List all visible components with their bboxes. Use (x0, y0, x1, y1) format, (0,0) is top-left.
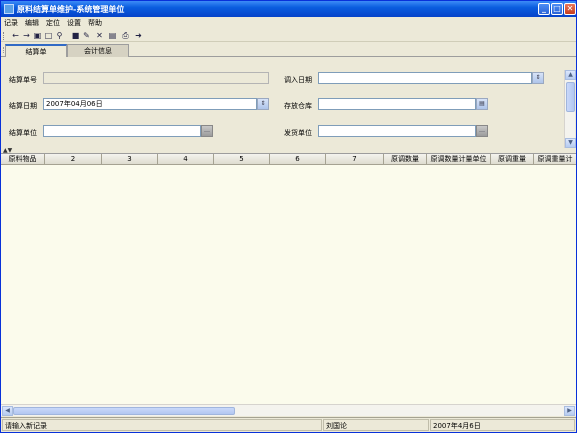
warehouse-label: 存放仓库 (284, 102, 312, 110)
chart-icon[interactable]: ▤ (108, 31, 117, 40)
scroll-left-icon[interactable]: ◀ (2, 406, 13, 416)
menu-edit[interactable]: 编辑 (25, 18, 39, 28)
forward-arrow-icon[interactable]: → (22, 31, 31, 40)
grid-col-6[interactable]: 6 (270, 154, 326, 165)
menu-locate[interactable]: 定位 (46, 18, 60, 28)
warehouse-field[interactable] (318, 98, 476, 110)
tab-settlement[interactable]: 结算单 (5, 44, 67, 57)
grid-horizontal-scrollbar[interactable]: ◀ ▶ (1, 404, 576, 416)
settlement-date-spinner-icon[interactable]: ⇕ (257, 98, 269, 110)
edit-icon[interactable]: ✎ (82, 31, 91, 40)
back-arrow-icon[interactable]: ← (11, 31, 20, 40)
scroll-right-icon[interactable]: ▶ (564, 406, 575, 416)
window-title: 原料结算单维护-系统管理单位 (17, 5, 125, 14)
transfer-date-label: 调入日期 (284, 76, 312, 84)
exit-icon[interactable]: ➜ (134, 31, 143, 40)
grid-col-4[interactable]: 4 (158, 154, 214, 165)
status-bar: 请输入新记录 刘国论 2007年4月6日 (1, 417, 576, 432)
scroll-up-icon[interactable]: ▲ (565, 70, 576, 80)
scroll-thumb[interactable] (566, 82, 575, 112)
shipping-unit-field[interactable] (318, 125, 476, 137)
new-document-icon[interactable]: □ (44, 31, 53, 40)
app-window: 原料结算单维护-系统管理单位 _ □ ✕ 记录 编辑 定位 设置 帮助 ← → … (0, 0, 577, 433)
settlement-date-label: 结算日期 (9, 102, 37, 110)
menu-settings[interactable]: 设置 (67, 18, 81, 28)
menu-help[interactable]: 帮助 (88, 18, 102, 28)
grid-col-7[interactable]: 7 (326, 154, 384, 165)
search-icon[interactable]: ⚲ (55, 31, 64, 40)
title-bar: 原料结算单维护-系统管理单位 _ □ ✕ (1, 1, 576, 17)
toolbar: ← → ▣ □ ⚲ ■ ✎ ✕ ▤ ⎙ ➜ (1, 30, 576, 42)
warehouse-lookup-icon[interactable]: ▤ (476, 98, 488, 110)
grid-col-3[interactable]: 3 (102, 154, 158, 165)
settlement-unit-lookup-icon[interactable]: … (201, 125, 213, 137)
maximize-button[interactable]: □ (551, 3, 563, 15)
toolbar-grip[interactable] (3, 32, 5, 40)
status-user: 刘国论 (323, 419, 429, 431)
close-button[interactable]: ✕ (564, 3, 576, 15)
settlement-unit-field[interactable] (43, 125, 201, 137)
settlement-no-label: 结算单号 (9, 76, 37, 84)
transfer-date-field[interactable] (318, 72, 532, 84)
status-message: 请输入新记录 (2, 419, 322, 431)
minimize-button[interactable]: _ (538, 3, 550, 15)
transfer-date-spinner-icon[interactable]: ⇕ (532, 72, 544, 84)
tab-strip: 结算单 会计信息 (1, 43, 576, 57)
grid-col-orig-weight-unit[interactable]: 原调重量计 (534, 154, 576, 165)
grid-col-material[interactable]: 原料物品 (1, 154, 45, 165)
grid-header: 原料物品 2 3 4 5 6 7 原调数量 原调数量计量单位 原调重量 原调重量… (1, 154, 576, 165)
settlement-date-field[interactable]: 2007年04月06日 (43, 98, 257, 110)
settlement-form: 结算单号 调入日期 ⇕ 结算日期 2007年04月06日 ⇕ 存放仓库 ▤ 结算… (1, 58, 576, 150)
status-date: 2007年4月6日 (430, 419, 575, 431)
form-vertical-scrollbar[interactable]: ▲ ▼ (564, 70, 576, 150)
scroll-down-icon[interactable]: ▼ (565, 138, 576, 148)
settlement-unit-label: 结算单位 (9, 129, 37, 137)
delete-icon[interactable]: ✕ (95, 31, 104, 40)
save-icon[interactable]: ■ (71, 31, 80, 40)
app-icon (4, 4, 14, 14)
grid-col-orig-weight[interactable]: 原调重量 (491, 154, 534, 165)
horizontal-scroll-thumb[interactable] (13, 407, 235, 415)
menu-bar: 记录 编辑 定位 设置 帮助 (1, 17, 576, 28)
shipping-unit-lookup-icon[interactable]: … (476, 125, 488, 137)
preview-icon[interactable]: ▣ (33, 31, 42, 40)
print-icon[interactable]: ⎙ (121, 31, 130, 40)
tab-accounting[interactable]: 会计信息 (67, 44, 129, 57)
grid-col-2[interactable]: 2 (45, 154, 102, 165)
settlement-no-field (43, 72, 269, 84)
grid-col-5[interactable]: 5 (214, 154, 270, 165)
menu-record[interactable]: 记录 (4, 18, 18, 28)
grid-col-orig-qty[interactable]: 原调数量 (384, 154, 427, 165)
detail-grid[interactable]: 原料物品 2 3 4 5 6 7 原调数量 原调数量计量单位 原调重量 原调重量… (1, 153, 576, 404)
grid-col-orig-qty-unit[interactable]: 原调数量计量单位 (427, 154, 491, 165)
shipping-unit-label: 发货单位 (284, 129, 312, 137)
